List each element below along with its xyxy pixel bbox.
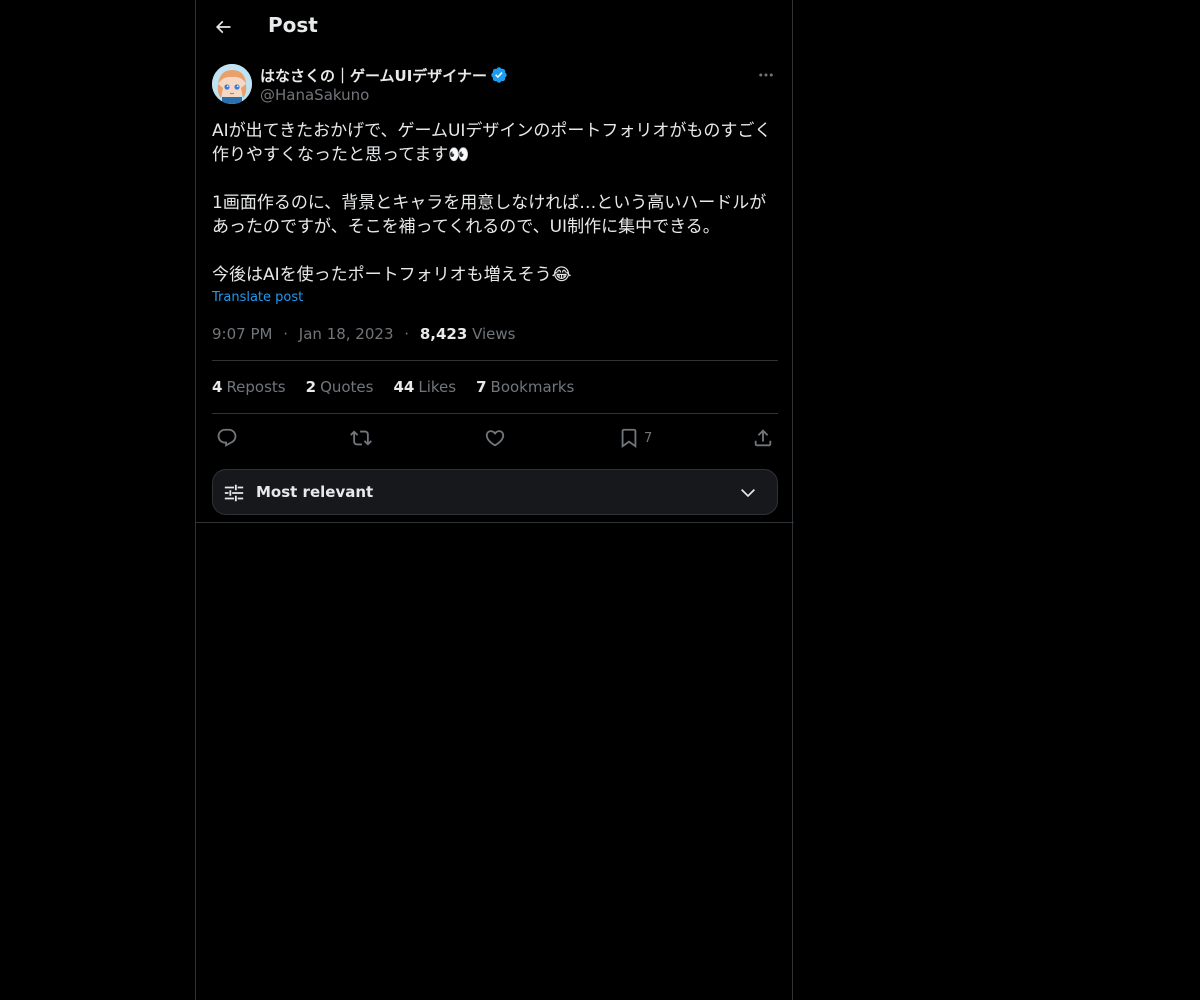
- author-name-row: はなさくの｜ゲームUIデザイナー: [260, 64, 508, 86]
- action-bar: 7: [212, 424, 778, 452]
- reply-icon: [217, 428, 237, 447]
- likes-label: Likes: [418, 378, 457, 396]
- author-handle[interactable]: @HanaSakuno: [260, 86, 369, 104]
- likes-count: 44: [393, 378, 415, 396]
- post-time[interactable]: 9:07 PM: [212, 325, 272, 343]
- avatar[interactable]: [212, 64, 252, 104]
- share-icon: [754, 429, 772, 447]
- post-date[interactable]: Jan 18, 2023: [299, 325, 394, 343]
- verified-badge-icon[interactable]: [490, 66, 508, 84]
- bookmark-icon: [621, 428, 637, 449]
- repost-icon: [350, 430, 372, 446]
- bookmark-button[interactable]: 7: [618, 424, 652, 452]
- bookmarks-label: Bookmarks: [490, 378, 575, 396]
- reposts-count: 4: [212, 378, 223, 396]
- sort-replies-dropdown[interactable]: Most relevant: [212, 469, 778, 515]
- divider: [212, 360, 778, 361]
- avatar-image: [212, 64, 252, 104]
- more-options-button[interactable]: [754, 65, 778, 85]
- divider: [196, 522, 794, 523]
- bookmark-count: 7: [644, 430, 653, 446]
- sort-label: Most relevant: [256, 483, 374, 501]
- views-count: 8,423: [419, 325, 468, 343]
- bookmarks-stat[interactable]: 7 Bookmarks: [476, 378, 574, 396]
- quotes-stat[interactable]: 2 Quotes: [306, 378, 374, 396]
- reply-button[interactable]: [216, 424, 238, 452]
- quotes-count: 2: [305, 378, 317, 396]
- bookmarks-count: 7: [476, 378, 487, 396]
- header: Post: [196, 0, 794, 53]
- post-text: AIが出てきたおかげで、ゲームUIデザインのポートフォリオがものすごく作りやすく…: [212, 121, 772, 285]
- heart-icon: [485, 430, 505, 447]
- back-button[interactable]: [206, 10, 240, 44]
- divider: [212, 413, 778, 414]
- likes-stat[interactable]: 44 Likes: [393, 378, 456, 396]
- more-horizontal-icon: [759, 73, 773, 77]
- meta-separator: ·: [283, 325, 289, 343]
- share-button[interactable]: [752, 424, 774, 452]
- page-title: Post: [268, 13, 318, 37]
- repost-button[interactable]: [350, 424, 372, 452]
- sliders-icon: [224, 484, 244, 502]
- quotes-label: Quotes: [320, 378, 374, 396]
- translate-post-link[interactable]: Translate post: [212, 290, 303, 305]
- post-meta: 9:07 PM · Jan 18, 2023 · 8,423 Views: [212, 325, 515, 343]
- chevron-down-icon: [741, 489, 755, 498]
- views-label: Views: [472, 325, 516, 343]
- reposts-label: Reposts: [226, 378, 286, 396]
- author-name[interactable]: はなさくの｜ゲームUIデザイナー: [260, 65, 487, 86]
- engagement-stats: 4 Reposts 2 Quotes 44 Likes 7 Bookmarks: [212, 378, 574, 396]
- arrow-left-icon: [215, 20, 231, 34]
- reposts-stat[interactable]: 4 Reposts: [212, 378, 286, 396]
- like-button[interactable]: [484, 424, 506, 452]
- main-column: Post はなさくの｜ゲームUIデザイナー @HanaSakuno AIが出てき…: [195, 0, 794, 1000]
- meta-separator: ·: [404, 325, 410, 343]
